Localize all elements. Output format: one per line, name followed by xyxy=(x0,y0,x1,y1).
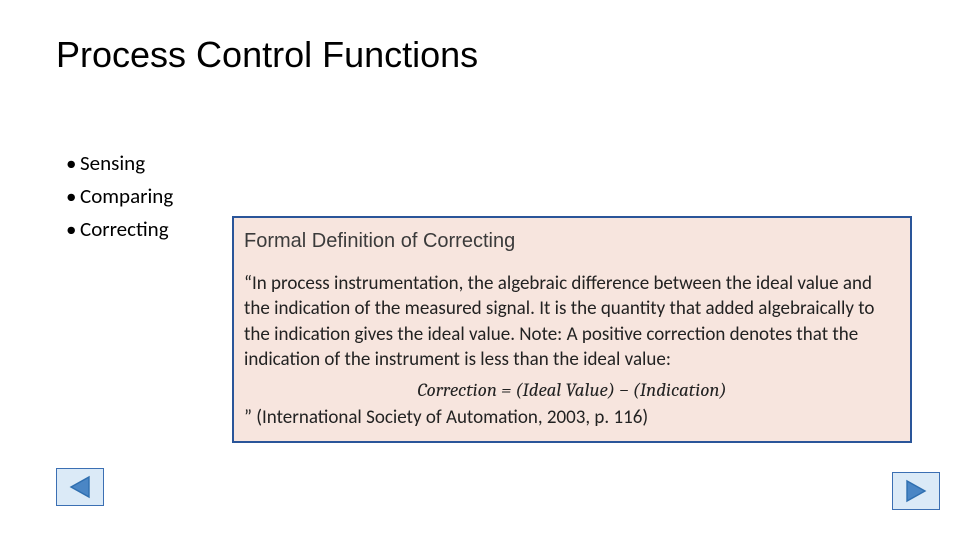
bullet-dot-icon: • xyxy=(66,181,80,212)
bullet-list: •Sensing •Comparing •Correcting xyxy=(66,148,173,247)
bullet-label: Sensing xyxy=(80,150,145,176)
bullet-item: •Sensing xyxy=(66,148,173,179)
open-quote: “ xyxy=(244,272,252,295)
bullet-label: Comparing xyxy=(80,183,173,209)
slide-title: Process Control Functions xyxy=(56,34,478,76)
bullet-item: •Correcting xyxy=(66,214,173,245)
bullet-label: Correcting xyxy=(80,216,169,242)
prev-button[interactable] xyxy=(56,468,104,506)
definition-box: Formal Definition of Correcting “In proc… xyxy=(232,216,912,443)
definition-heading: Formal Definition of Correcting xyxy=(244,230,900,253)
triangle-right-icon xyxy=(903,479,929,503)
slide: Process Control Functions •Sensing •Comp… xyxy=(0,0,960,540)
bullet-dot-icon: • xyxy=(66,148,80,179)
definition-text: In process instrumentation, the algebrai… xyxy=(244,272,874,371)
definition-body: “In process instrumentation, the algebra… xyxy=(244,271,900,431)
next-button[interactable] xyxy=(892,472,940,510)
definition-formula: Correction = (Ideal Value) − (Indication… xyxy=(244,378,900,403)
triangle-left-icon xyxy=(67,475,93,499)
definition-citation: ” (International Society of Automation, … xyxy=(244,405,900,430)
bullet-item: •Comparing xyxy=(66,181,173,212)
bullet-dot-icon: • xyxy=(66,214,80,245)
